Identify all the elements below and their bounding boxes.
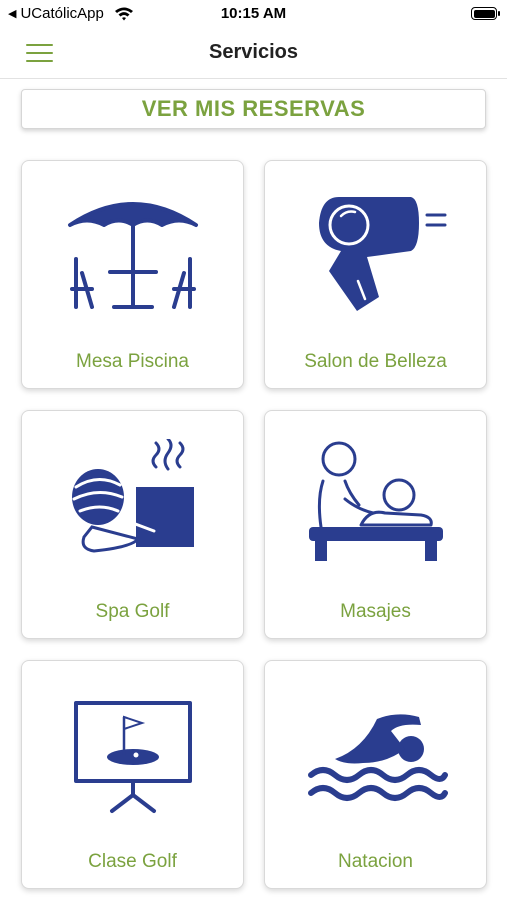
golf-lesson-board-icon [74, 701, 192, 813]
status-time: 10:15 AM [220, 5, 287, 22]
service-label: Masajes [340, 601, 411, 622]
service-card-salon-belleza[interactable]: Salon de Belleza [264, 160, 487, 389]
massage-icon [309, 441, 443, 561]
service-card-mesa-piscina[interactable]: Mesa Piscina [21, 160, 244, 389]
hair-dryer-icon [319, 197, 447, 311]
service-card-masajes[interactable]: Masajes [264, 410, 487, 639]
service-label: Spa Golf [95, 601, 170, 622]
service-card-spa-golf[interactable]: Spa Golf [21, 410, 244, 639]
service-label: Clase Golf [88, 851, 177, 872]
umbrella-table-icon [68, 202, 198, 309]
service-label: Natacion [338, 851, 413, 872]
service-card-clase-golf[interactable]: Clase Golf [21, 660, 244, 889]
swimmer-icon [308, 714, 448, 801]
view-reservations-button[interactable]: VER MIS RESERVAS [21, 89, 486, 129]
spa-hot-stone-icon [72, 439, 194, 553]
service-label: Salon de Belleza [304, 351, 447, 372]
battery-icon [471, 7, 500, 20]
service-label: Mesa Piscina [76, 351, 189, 372]
nav-bar: Servicios [0, 28, 507, 79]
status-bar: ◀ UCatólicApp 10:15 AM [0, 0, 507, 28]
service-card-natacion[interactable]: Natacion [264, 660, 487, 889]
page-title: Servicios [209, 41, 298, 63]
